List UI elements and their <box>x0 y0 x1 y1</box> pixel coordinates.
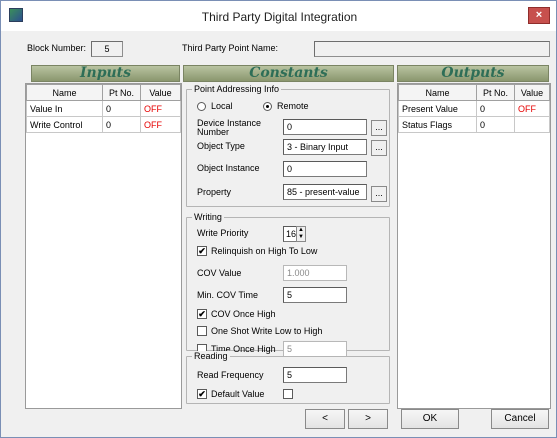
min-cov-time-field[interactable]: 5 <box>283 287 347 303</box>
input-pt: 0 <box>102 100 141 117</box>
default-value-checkbox[interactable]: ✔ <box>197 389 207 399</box>
write-priority-spinner[interactable]: ▲ ▼ <box>296 226 306 242</box>
inputs-table: Name Pt No. Value Value In 0 OFF Write C… <box>26 84 181 133</box>
table-row[interactable]: Status Flags 0 <box>398 116 550 133</box>
object-type-browse-button[interactable]: ... <box>371 140 387 156</box>
object-type-field[interactable]: 3 - Binary Input <box>283 139 367 155</box>
write-priority-field[interactable]: 16 <box>283 226 297 242</box>
read-frequency-label: Read Frequency <box>197 370 264 380</box>
remote-label: Remote <box>277 101 309 111</box>
relinquish-checkbox[interactable]: ✔ <box>197 246 207 256</box>
inputs-col-ptno: Pt No. <box>102 84 141 101</box>
relinquish-label: Relinquish on High To Low <box>211 246 318 256</box>
output-name: Status Flags <box>398 116 477 133</box>
object-type-label: Object Type <box>197 141 245 151</box>
input-pt: 0 <box>102 116 141 133</box>
cancel-button[interactable]: Cancel <box>491 409 549 429</box>
default-value-label: Default Value <box>211 389 265 399</box>
cov-value-label: COV Value <box>197 268 242 278</box>
default-value-state-checkbox[interactable] <box>283 389 293 399</box>
time-once-high-field[interactable]: 5 <box>283 341 347 357</box>
inputs-col-name: Name <box>26 84 103 101</box>
close-button[interactable]: × <box>528 7 550 24</box>
output-pt: 0 <box>476 100 515 117</box>
reading-title: Reading <box>192 351 230 361</box>
outputs-table: Name Pt No. Value Present Value 0 OFF St… <box>398 84 550 133</box>
input-value: OFF <box>140 116 181 133</box>
outputs-col-name: Name <box>398 84 477 101</box>
table-row[interactable]: Present Value 0 OFF <box>398 100 550 117</box>
min-cov-time-label: Min. COV Time <box>197 290 259 300</box>
cov-once-high-label: COV Once High <box>211 309 276 319</box>
point-addressing-group: Point Addressing Info Local Remote Devic… <box>186 84 390 207</box>
input-name: Write Control <box>26 116 103 133</box>
object-instance-field[interactable]: 0 <box>283 161 367 177</box>
window-title: Third Party Digital Integration <box>201 10 358 24</box>
property-browse-button[interactable]: ... <box>371 186 387 202</box>
write-priority-label: Write Priority <box>197 228 249 238</box>
table-row[interactable]: Value In 0 OFF <box>26 100 181 117</box>
block-number-label: Block Number: <box>27 43 87 53</box>
property-field[interactable]: 85 - present-value <box>283 184 367 200</box>
read-frequency-field[interactable]: 5 <box>283 367 347 383</box>
local-label: Local <box>211 101 233 111</box>
input-value: OFF <box>140 100 181 117</box>
writing-title: Writing <box>192 212 224 222</box>
property-label: Property <box>197 187 232 197</box>
inputs-panel: Name Pt No. Value Value In 0 OFF Write C… <box>25 83 182 409</box>
cov-value-field[interactable]: 1.000 <box>283 265 347 281</box>
output-value <box>514 116 550 133</box>
ok-button[interactable]: OK <box>401 409 459 429</box>
one-shot-checkbox[interactable] <box>197 326 207 336</box>
device-instance-browse-button[interactable]: ... <box>371 120 387 136</box>
outputs-header: Outputs <box>397 65 549 82</box>
next-button[interactable]: > <box>348 409 388 429</box>
output-name: Present Value <box>398 100 477 117</box>
outputs-col-value: Value <box>514 84 550 101</box>
object-instance-label: Object Instance <box>197 163 260 173</box>
dialog-window: Third Party Digital Integration × Block … <box>0 0 557 438</box>
inputs-col-value: Value <box>140 84 181 101</box>
third-party-point-name-label: Third Party Point Name: <box>182 43 279 53</box>
cov-once-high-checkbox[interactable]: ✔ <box>197 309 207 319</box>
writing-group: Writing Write Priority 16 ▲ ▼ ✔ Relinqui… <box>186 212 390 357</box>
spin-up-icon[interactable]: ▲ <box>297 227 305 234</box>
outputs-col-ptno: Pt No. <box>476 84 515 101</box>
remote-radio[interactable] <box>263 102 272 111</box>
previous-button[interactable]: < <box>305 409 345 429</box>
spin-down-icon[interactable]: ▼ <box>297 234 305 241</box>
output-value: OFF <box>514 100 550 117</box>
third-party-point-name-field[interactable] <box>314 41 550 57</box>
table-row[interactable]: Write Control 0 OFF <box>26 116 181 133</box>
block-number-field: 5 <box>91 41 123 57</box>
device-instance-field[interactable]: 0 <box>283 119 367 135</box>
local-radio[interactable] <box>197 102 206 111</box>
outputs-panel: Name Pt No. Value Present Value 0 OFF St… <box>397 83 551 409</box>
constants-header: Constants <box>183 65 394 82</box>
point-addressing-title: Point Addressing Info <box>192 84 282 94</box>
input-name: Value In <box>26 100 103 117</box>
one-shot-label: One Shot Write Low to High <box>211 326 323 336</box>
title-bar: Third Party Digital Integration × <box>1 1 556 31</box>
dialog-body: Block Number: 5 Third Party Point Name: … <box>5 31 553 433</box>
output-pt: 0 <box>476 116 515 133</box>
device-instance-label: Device Instance Number <box>197 118 262 137</box>
reading-group: Reading Read Frequency 5 ✔ Default Value <box>186 351 390 404</box>
inputs-header: Inputs <box>31 65 180 82</box>
